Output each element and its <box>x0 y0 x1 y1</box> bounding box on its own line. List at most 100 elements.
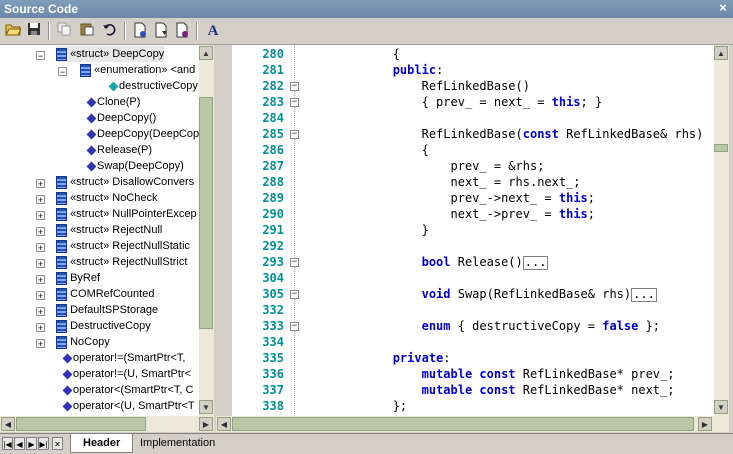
collapsed-fold-marker[interactable]: ... <box>522 255 549 270</box>
font-icon[interactable]: A <box>204 22 222 40</box>
tree-item[interactable]: «struct» NoCheck <box>56 190 158 206</box>
insert-file-icon[interactable] <box>152 22 170 40</box>
code-line[interactable]: prev_ = &rhs; <box>306 158 544 174</box>
fold-toggle-icon[interactable]: − <box>290 130 299 139</box>
fold-toggle-icon[interactable]: − <box>290 322 299 331</box>
tree-item[interactable]: operator<(U, SmartPtr<T <box>62 398 195 414</box>
class-tree[interactable]: − «struct» DeepCopy − «enumeration» <and… <box>0 45 214 416</box>
code-line[interactable]: }; <box>306 398 407 414</box>
tree-item[interactable]: DeepCopy() <box>86 110 156 126</box>
expand-icon[interactable]: + <box>36 275 45 285</box>
open-folder-icon[interactable] <box>4 22 22 40</box>
expand-icon[interactable]: + <box>36 307 45 317</box>
tree-item[interactable]: NoCopy <box>56 334 110 350</box>
expand-icon[interactable]: + <box>36 179 45 189</box>
save-icon[interactable] <box>25 22 43 40</box>
scroll-thumb[interactable] <box>714 144 728 152</box>
code-line[interactable]: bool Release()... <box>306 254 549 270</box>
collapse-icon[interactable]: − <box>58 67 67 77</box>
splitter[interactable] <box>214 45 232 416</box>
tree-item-deepcopy[interactable]: «struct» DeepCopy <box>56 46 165 62</box>
code-line[interactable]: { <box>306 142 429 158</box>
undo-icon[interactable] <box>100 22 118 40</box>
code-line[interactable]: RefLinkedBase(const RefLinkedBase& rhs) <box>306 126 704 142</box>
tab-header[interactable]: Header <box>70 434 134 453</box>
class-icon <box>56 223 67 237</box>
first-tab-icon[interactable]: |◀ <box>2 437 13 450</box>
code-line[interactable]: private: <box>306 350 451 366</box>
code-line[interactable]: next_ = rhs.next_; <box>306 174 580 190</box>
copy-icon[interactable] <box>55 22 73 40</box>
tree-item[interactable]: «struct» RejectNullStatic <box>56 238 190 254</box>
tree-item[interactable]: DeepCopy(DeepCop <box>86 126 199 142</box>
code-line[interactable]: } <box>306 222 429 238</box>
scroll-right-icon[interactable]: ▶ <box>698 417 712 431</box>
scroll-down-icon[interactable]: ▼ <box>714 400 728 414</box>
expand-icon[interactable]: + <box>36 227 45 237</box>
tree-item[interactable]: Release(P) <box>86 142 152 158</box>
new-file-icon[interactable] <box>131 22 149 40</box>
scroll-down-icon[interactable]: ▼ <box>199 400 213 414</box>
line-number: 338 <box>262 399 284 413</box>
code-line[interactable]: RefLinkedBase() <box>306 78 530 94</box>
tree-item[interactable]: operator<(SmartPtr<T, C <box>62 382 193 398</box>
scroll-left-icon[interactable]: ◀ <box>1 417 15 431</box>
scroll-thumb[interactable] <box>199 97 213 329</box>
close-icon[interactable]: × <box>716 1 730 15</box>
delete-file-icon[interactable] <box>173 22 191 40</box>
next-tab-icon[interactable]: ▶ <box>26 437 37 450</box>
code-line[interactable]: void Swap(RefLinkedBase& rhs)... <box>306 286 657 302</box>
code-vertical-scrollbar[interactable]: ▲ ▼ <box>714 45 729 416</box>
close-tab-icon[interactable]: ✕ <box>52 437 63 450</box>
fold-toggle-icon[interactable]: − <box>290 258 299 267</box>
tree-item[interactable]: «struct» DisallowConvers <box>56 174 194 190</box>
tree-item[interactable]: Swap(DeepCopy) <box>86 158 184 174</box>
expand-icon[interactable]: + <box>36 339 45 349</box>
tree-vertical-scrollbar[interactable]: ▲ ▼ <box>199 45 214 416</box>
expand-icon[interactable]: + <box>36 195 45 205</box>
tab-implementation[interactable]: Implementation <box>128 434 227 452</box>
tree-item[interactable]: operator!=(SmartPtr<T, <box>62 350 186 366</box>
collapsed-fold-marker[interactable]: ... <box>631 287 657 302</box>
prev-tab-icon[interactable]: ◀ <box>14 437 25 450</box>
expand-icon[interactable]: + <box>36 291 45 301</box>
expand-icon[interactable]: + <box>36 211 45 221</box>
fold-toggle-icon[interactable]: − <box>290 82 299 91</box>
tree-item[interactable]: «struct» NullPointerExcep <box>56 206 197 222</box>
code-editor[interactable]: 280 {281 public: 282− RefLinkedBase() 283−… <box>232 45 714 416</box>
expand-icon[interactable]: + <box>36 323 45 333</box>
scroll-up-icon[interactable]: ▲ <box>714 46 728 60</box>
code-line[interactable]: enum { destructiveCopy = false }; <box>306 318 660 334</box>
code-horizontal-scrollbar[interactable]: ◀ ▶ <box>216 416 729 432</box>
fold-toggle-icon[interactable]: − <box>290 98 299 107</box>
expand-icon[interactable]: + <box>36 243 45 253</box>
code-line[interactable]: mutable const RefLinkedBase* prev_; <box>306 366 675 382</box>
tree-item[interactable]: «struct» RejectNull <box>56 222 162 238</box>
scroll-up-icon[interactable]: ▲ <box>199 46 213 60</box>
tree-item[interactable]: DestructiveCopy <box>56 318 151 334</box>
tree-item[interactable]: ByRef <box>56 270 100 286</box>
tree-item[interactable]: «struct» RejectNullStrict <box>56 254 187 270</box>
scroll-left-icon[interactable]: ◀ <box>217 417 231 431</box>
code-line[interactable]: public: <box>306 62 444 78</box>
code-line[interactable]: { <box>306 46 400 62</box>
scroll-right-icon[interactable]: ▶ <box>199 417 213 431</box>
code-line[interactable]: prev_->next_ = this; <box>306 190 595 206</box>
collapse-icon[interactable]: − <box>36 51 45 61</box>
expand-icon[interactable]: + <box>36 259 45 269</box>
code-line[interactable]: { prev_ = next_ = this; } <box>306 94 603 110</box>
last-tab-icon[interactable]: ▶| <box>38 437 49 450</box>
code-line[interactable]: mutable const RefLinkedBase* next_; <box>306 382 675 398</box>
tree-horizontal-scrollbar[interactable]: ◀ ▶ <box>0 416 214 432</box>
code-line[interactable]: next_->prev_ = this; <box>306 206 595 222</box>
fold-toggle-icon[interactable]: − <box>290 290 299 299</box>
tree-item[interactable]: COMRefCounted <box>56 286 154 302</box>
tree-item[interactable]: destructiveCopy <box>108 78 198 94</box>
scroll-thumb[interactable] <box>16 417 146 431</box>
tree-item[interactable]: «enumeration» <and <box>80 62 195 78</box>
tree-item[interactable]: DefaultSPStorage <box>56 302 158 318</box>
paste-icon[interactable] <box>78 22 96 40</box>
scroll-thumb[interactable] <box>232 417 694 431</box>
tree-item[interactable]: Clone(P) <box>86 94 140 110</box>
tree-item[interactable]: operator!=(U, SmartPtr< <box>62 366 191 382</box>
